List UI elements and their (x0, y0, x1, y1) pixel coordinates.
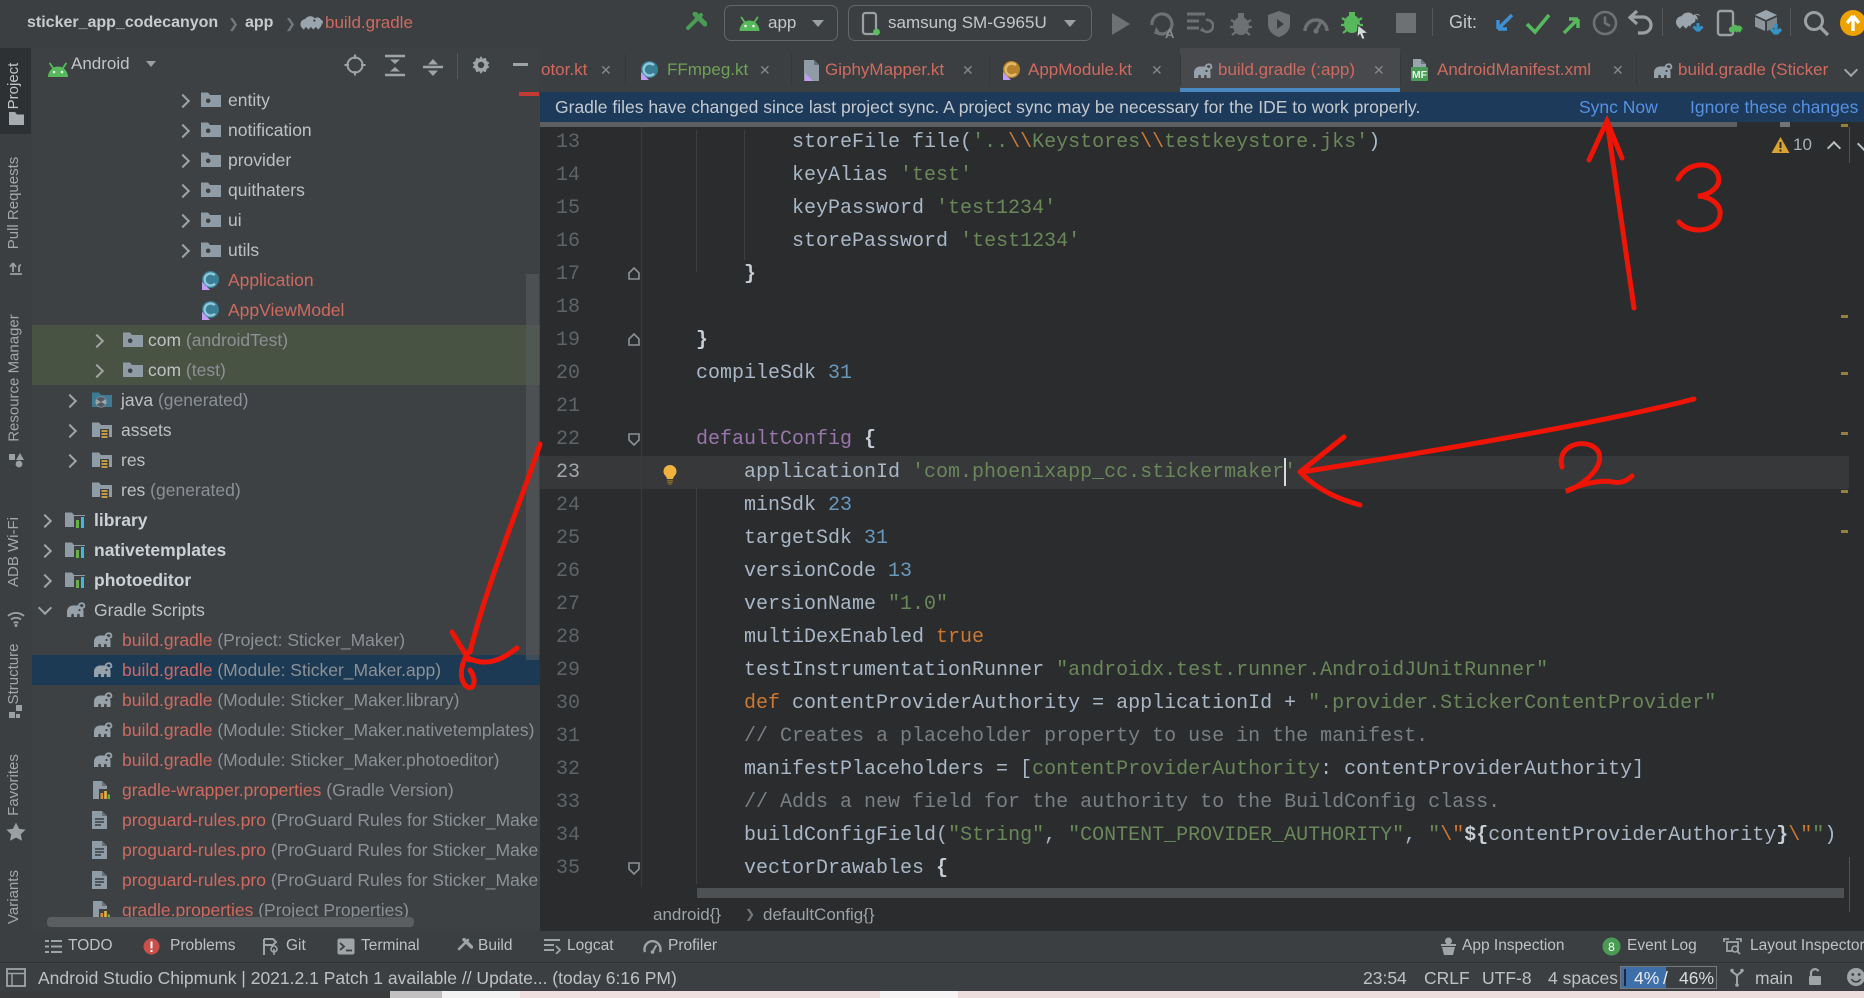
svg-text:MF: MF (1412, 69, 1428, 81)
svg-text:8: 8 (1608, 940, 1615, 954)
svg-text:A: A (1165, 26, 1175, 39)
